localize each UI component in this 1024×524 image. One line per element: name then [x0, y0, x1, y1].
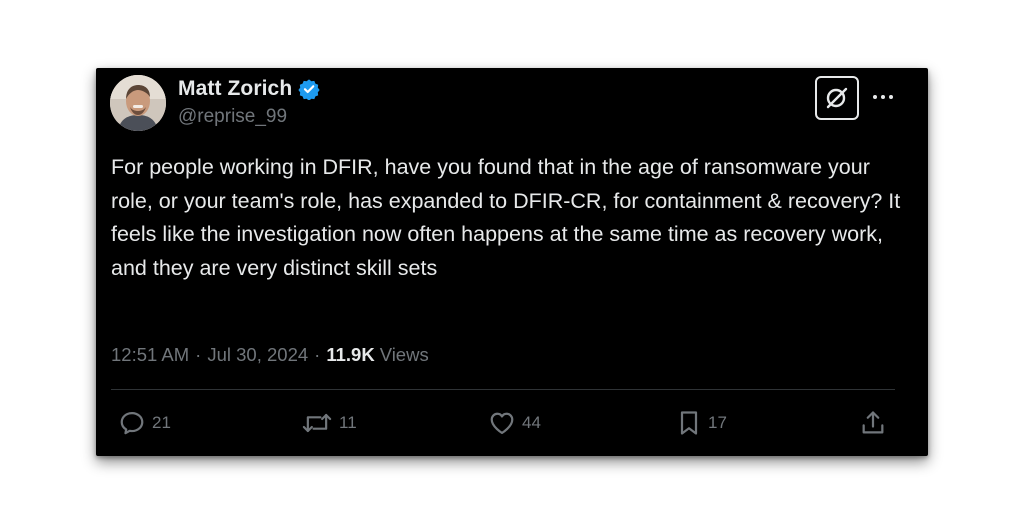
- repost-icon: [302, 413, 332, 433]
- tweet-time[interactable]: 12:51 AM: [111, 344, 189, 366]
- like-count: 44: [522, 413, 541, 432]
- divider: [111, 389, 895, 390]
- tweet-card: Matt Zorich @reprise_99 For people worki…: [96, 68, 928, 456]
- heart-icon: [490, 412, 514, 435]
- avatar-image: [110, 75, 166, 131]
- author-display-name[interactable]: Matt Zorich: [178, 77, 292, 101]
- avatar[interactable]: [110, 75, 166, 131]
- reply-icon: [120, 411, 144, 435]
- tweet-date[interactable]: Jul 30, 2024: [207, 344, 308, 366]
- tweet-meta: 12:51 AM · Jul 30, 2024 · 11.9K Views: [111, 344, 429, 366]
- views-label: Views: [379, 344, 429, 365]
- reply-button[interactable]: 21: [118, 408, 171, 438]
- repost-button[interactable]: 11: [301, 408, 357, 438]
- share-button[interactable]: [859, 408, 887, 438]
- verified-badge-icon[interactable]: [298, 78, 320, 101]
- repost-count: 11: [339, 413, 357, 432]
- more-button[interactable]: [868, 84, 898, 110]
- bookmark-count: 17: [708, 413, 727, 432]
- share-icon: [862, 411, 884, 434]
- author-name-row: Matt Zorich: [178, 77, 320, 101]
- meta-separator: ·: [195, 344, 202, 365]
- grok-icon: [826, 87, 848, 109]
- more-icon: [873, 95, 893, 99]
- reply-count: 21: [152, 413, 171, 432]
- meta-separator: ·: [314, 344, 321, 365]
- views-count[interactable]: 11.9K: [326, 344, 374, 366]
- like-button[interactable]: 44: [488, 408, 541, 438]
- tweet-text: For people working in DFIR, have you fou…: [111, 155, 901, 280]
- bookmark-icon: [680, 411, 698, 435]
- grok-button[interactable]: [815, 76, 859, 120]
- bookmark-button[interactable]: 17: [676, 408, 727, 438]
- author-handle[interactable]: @reprise_99: [178, 106, 287, 128]
